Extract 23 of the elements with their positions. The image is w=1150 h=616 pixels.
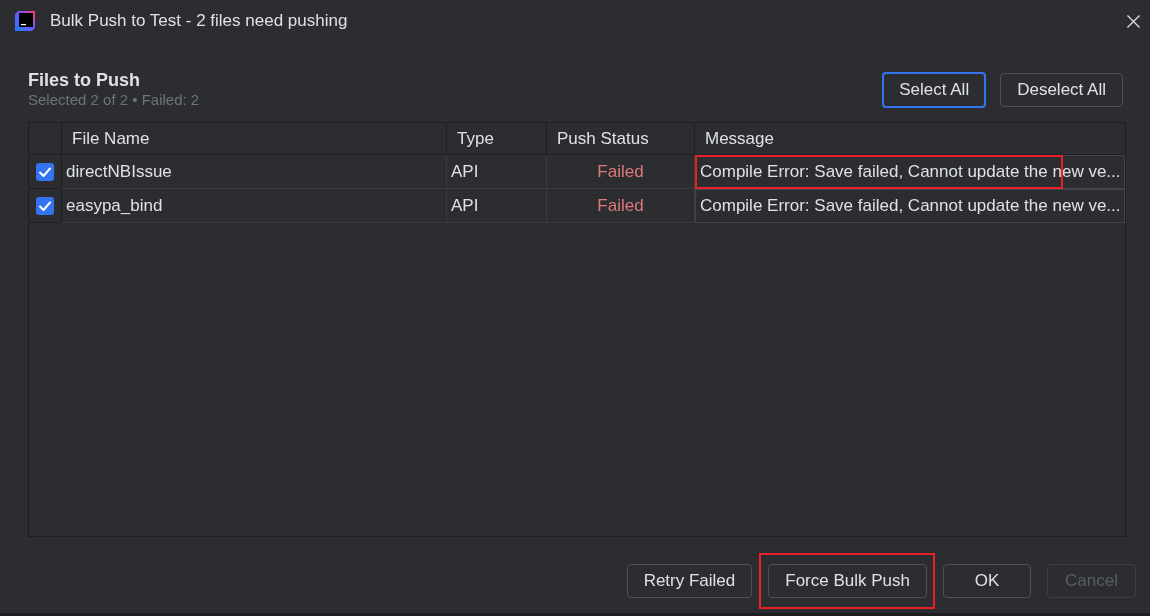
table-cell: easypa_bind bbox=[62, 189, 447, 223]
window-title: Bulk Push to Test - 2 files need pushing bbox=[50, 11, 348, 31]
checkbox[interactable] bbox=[36, 162, 54, 181]
table-cell: directNBIssue bbox=[62, 155, 447, 189]
selection-summary: Selected 2 of 2 • Failed: 2 bbox=[28, 90, 200, 110]
select-all-button[interactable]: Select All bbox=[882, 72, 987, 108]
status-cell: Failed bbox=[547, 155, 695, 189]
section-title: Files to Push bbox=[28, 70, 142, 90]
column-header[interactable]: File Name bbox=[62, 123, 447, 155]
column-header[interactable]: Push Status bbox=[547, 123, 695, 155]
table-cell: API bbox=[447, 189, 547, 223]
deselect-all-button[interactable]: Deselect All bbox=[1000, 73, 1123, 107]
close-icon[interactable] bbox=[1127, 14, 1140, 28]
dialog-button[interactable]: Force Bulk Push bbox=[768, 564, 927, 598]
dialog-button[interactable]: OK bbox=[943, 564, 1031, 598]
dialog-button[interactable]: Retry Failed bbox=[626, 564, 753, 598]
table-cell: API bbox=[447, 155, 547, 189]
message-cell: Compile Error: Save failed, Cannot update the new ve... bbox=[695, 189, 1125, 223]
column-header[interactable]: Message bbox=[695, 123, 1125, 155]
checkbox[interactable] bbox=[36, 196, 54, 215]
status-cell: Failed bbox=[547, 189, 695, 223]
column-header[interactable]: Type bbox=[447, 123, 547, 155]
app-logo-icon bbox=[15, 11, 35, 31]
